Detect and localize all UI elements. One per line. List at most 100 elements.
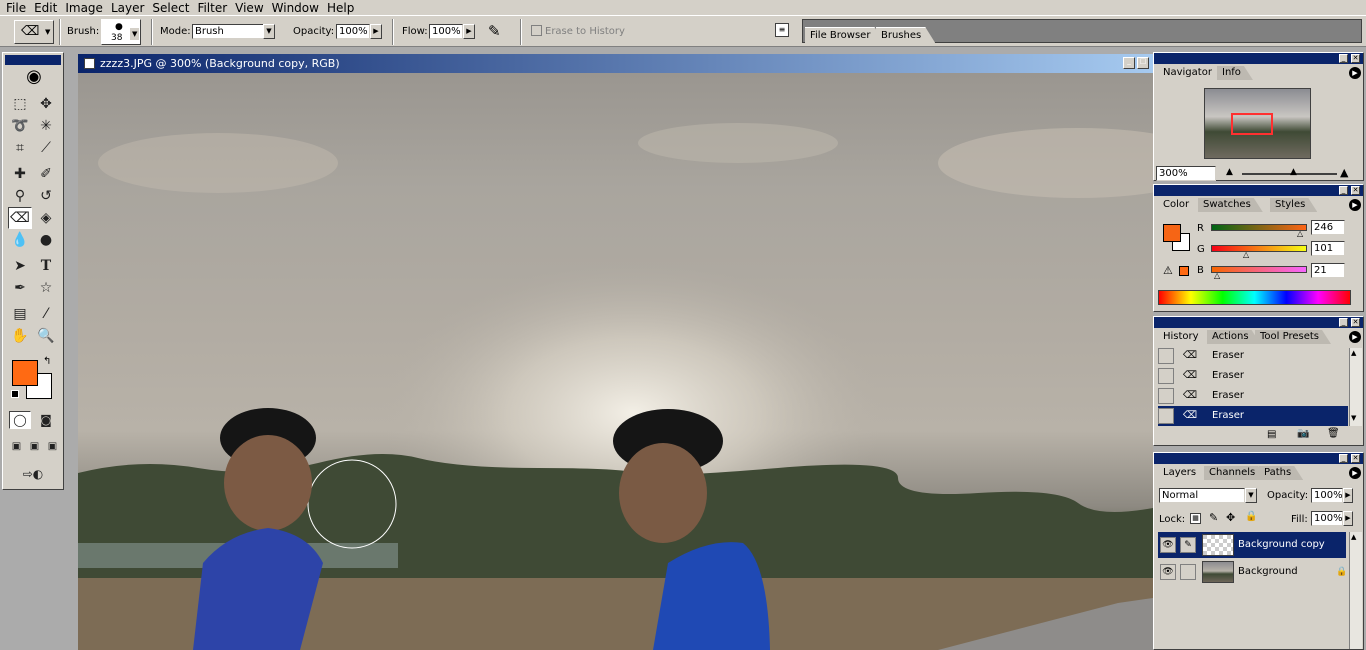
eye-icon[interactable]: 👁	[1160, 537, 1176, 553]
navigator-zoom-input[interactable]: 300%	[1156, 166, 1216, 181]
blend-mode-dropdown-button[interactable]: ▼	[1245, 488, 1257, 503]
quick-mask-icon[interactable]: ◙	[35, 411, 57, 429]
color-ramp[interactable]	[1158, 290, 1351, 305]
delete-state-icon[interactable]: 🗑	[1327, 428, 1340, 439]
fill-slider-button[interactable]: ▶	[1343, 511, 1353, 526]
tab-layers[interactable]: Layers	[1158, 466, 1208, 480]
scroll-up-icon[interactable]: ▲	[1351, 349, 1356, 357]
menu-help[interactable]: Help	[323, 1, 358, 15]
tab-navigator[interactable]: Navigator	[1158, 66, 1224, 80]
history-scrollbar[interactable]: ▲ ▼	[1349, 348, 1362, 426]
airbrush-icon[interactable]: ✎	[488, 22, 501, 40]
dodge-tool-icon[interactable]: ●	[34, 229, 58, 251]
clone-stamp-icon[interactable]: ⚲	[8, 185, 32, 207]
tab-info[interactable]: Info	[1217, 66, 1253, 80]
panel-header[interactable]: _ ✕	[1154, 53, 1363, 64]
shape-tool-icon[interactable]: ☆	[34, 277, 58, 299]
minimize-button[interactable]: _	[1123, 57, 1135, 69]
tab-styles[interactable]: Styles	[1270, 198, 1317, 212]
brush-picker[interactable]: ● 38 ▼	[101, 19, 141, 45]
foreground-color-swatch[interactable]	[12, 360, 38, 386]
menu-window[interactable]: Window	[268, 1, 323, 15]
history-source-checkbox[interactable]	[1158, 348, 1174, 364]
history-item[interactable]: ⌫ Eraser	[1158, 386, 1348, 406]
flow-input[interactable]: 100%	[429, 24, 463, 39]
close-button[interactable]: ✕	[1351, 318, 1360, 327]
tab-channels[interactable]: Channels	[1204, 466, 1267, 480]
document-title-bar[interactable]: zzzz3.JPG @ 300% (Background copy, RGB) …	[78, 54, 1153, 73]
close-button[interactable]: ✕	[1351, 454, 1360, 463]
swap-colors-icon[interactable]: ↰	[43, 356, 51, 367]
hand-tool-icon[interactable]: ✋	[8, 325, 32, 347]
tab-paths[interactable]: Paths	[1259, 466, 1303, 480]
layer-row[interactable]: 👁 Background 🔒	[1158, 559, 1347, 585]
tab-actions[interactable]: Actions	[1207, 330, 1261, 344]
panel-header[interactable]: _ ✕	[1154, 453, 1363, 464]
well-tab-brushes[interactable]: Brushes	[876, 27, 935, 43]
b-slider[interactable]	[1211, 266, 1307, 273]
b-slider-thumb[interactable]: △	[1214, 271, 1220, 280]
lock-transparency-icon[interactable]: ▦	[1190, 513, 1201, 524]
image-canvas[interactable]	[78, 73, 1153, 650]
screen-mode-full-icon[interactable]: ▣	[44, 437, 61, 455]
lasso-tool-icon[interactable]: ➰	[8, 115, 32, 137]
pen-tool-icon[interactable]: ✒	[8, 277, 32, 299]
lock-image-icon[interactable]: ✎	[1209, 511, 1218, 524]
panel-header[interactable]: _ ✕	[1154, 185, 1363, 196]
move-tool-icon[interactable]: ✥	[34, 93, 58, 115]
mode-dropdown-button[interactable]: ▼	[263, 24, 275, 39]
paint-bucket-icon[interactable]: ◈	[34, 207, 58, 229]
eye-icon[interactable]: 👁	[1160, 564, 1176, 580]
r-input[interactable]: 246	[1311, 220, 1345, 235]
close-button[interactable]: ✕	[1351, 186, 1360, 195]
lock-position-icon[interactable]: ✥	[1226, 511, 1235, 524]
scroll-down-icon[interactable]: ▼	[1351, 414, 1356, 422]
g-slider[interactable]	[1211, 245, 1307, 252]
adobe-online-icon[interactable]: ◉	[7, 65, 61, 89]
history-source-checkbox[interactable]	[1158, 408, 1174, 424]
layer-row-selected[interactable]: 👁 ✎ Background copy	[1158, 532, 1346, 558]
navigator-view-box[interactable]	[1231, 113, 1273, 135]
g-input[interactable]: 101	[1311, 241, 1345, 256]
fill-input[interactable]: 100%	[1311, 511, 1343, 526]
history-item[interactable]: ⌫ Eraser	[1158, 366, 1348, 386]
screen-mode-standard-icon[interactable]: ▣	[8, 437, 25, 455]
warning-icon[interactable]: ⚠	[1163, 264, 1173, 277]
notes-tool-icon[interactable]: ▤	[8, 303, 32, 325]
menu-file[interactable]: File	[2, 1, 30, 15]
panel-menu-icon[interactable]: ▶	[1349, 467, 1361, 479]
close-button[interactable]: ✕	[1351, 54, 1360, 63]
path-select-icon[interactable]: ➤	[8, 255, 32, 277]
r-slider-thumb[interactable]: △	[1297, 229, 1303, 238]
healing-brush-icon[interactable]: ✚	[8, 163, 32, 185]
eyedropper-icon[interactable]: ⁄	[34, 303, 58, 325]
brush-tool-icon[interactable]: ✐	[34, 163, 58, 185]
magic-wand-icon[interactable]: ✳	[34, 115, 58, 137]
opacity-input[interactable]: 100%	[336, 24, 370, 39]
minimize-button[interactable]: _	[1339, 454, 1348, 463]
layer-link-box[interactable]	[1180, 564, 1196, 580]
lock-all-icon[interactable]: 🔒	[1245, 511, 1257, 522]
well-tab-file-browser[interactable]: File Browser	[805, 27, 884, 43]
panel-header[interactable]: _ ✕	[1154, 317, 1363, 328]
palette-well-icon[interactable]: ≡	[775, 23, 789, 37]
erase-history-checkbox[interactable]	[531, 25, 542, 36]
panel-menu-icon[interactable]: ▶	[1349, 331, 1361, 343]
eraser-tool-icon[interactable]: ⌫	[8, 207, 32, 229]
new-document-from-state-icon[interactable]: ▤	[1267, 429, 1276, 440]
menu-layer[interactable]: Layer	[107, 1, 148, 15]
tab-history[interactable]: History	[1158, 330, 1211, 344]
marquee-tool-icon[interactable]: ⬚	[8, 93, 32, 115]
menu-edit[interactable]: Edit	[30, 1, 61, 15]
blend-mode-select[interactable]: Normal	[1159, 488, 1245, 503]
zoom-in-icon[interactable]: ▲	[1340, 166, 1348, 179]
zoom-out-icon[interactable]: ▲	[1226, 167, 1233, 177]
tab-tool-presets[interactable]: Tool Presets	[1255, 330, 1331, 344]
minimize-button[interactable]: _	[1339, 318, 1348, 327]
minimize-button[interactable]: _	[1339, 54, 1348, 63]
menu-select[interactable]: Select	[148, 1, 193, 15]
history-source-checkbox[interactable]	[1158, 368, 1174, 384]
zoom-tool-icon[interactable]: 🔍	[34, 325, 58, 347]
screen-mode-full-menu-icon[interactable]: ▣	[26, 437, 43, 455]
g-slider-thumb[interactable]: △	[1243, 250, 1249, 259]
